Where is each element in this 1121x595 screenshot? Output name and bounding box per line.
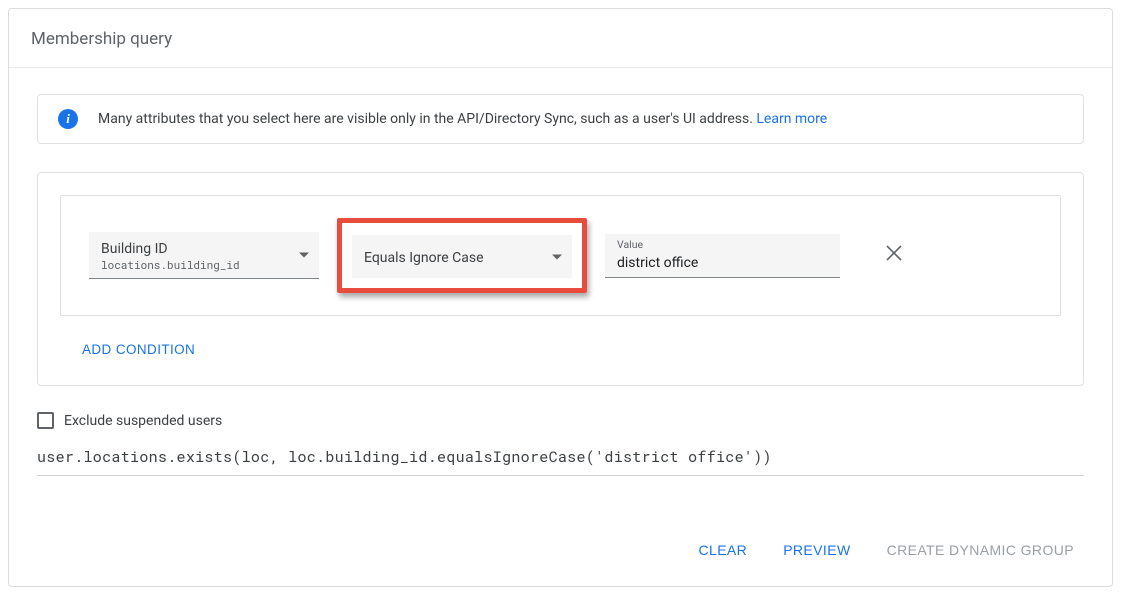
info-banner: i Many attributes that you select here a…	[37, 94, 1084, 144]
exclude-suspended-row: Exclude suspended users	[37, 412, 1084, 429]
chevron-down-icon	[552, 254, 562, 259]
info-icon: i	[58, 109, 78, 129]
attribute-label: Building ID	[101, 240, 307, 258]
info-message: Many attributes that you select here are…	[98, 111, 756, 127]
value-mini-label: Value	[617, 238, 828, 252]
clear-button[interactable]: CLEAR	[695, 536, 752, 564]
actions-row: CLEAR PREVIEW CREATE DYNAMIC GROUP	[37, 536, 1084, 564]
card-body: i Many attributes that you select here a…	[9, 68, 1112, 586]
learn-more-link[interactable]: Learn more	[756, 111, 827, 127]
create-dynamic-group-button[interactable]: CREATE DYNAMIC GROUP	[883, 536, 1078, 564]
page-title: Membership query	[31, 29, 1090, 49]
close-icon	[886, 245, 902, 261]
info-text: Many attributes that you select here are…	[98, 111, 827, 127]
attribute-field-block: Building ID locations.building_id	[89, 232, 319, 279]
remove-condition-button[interactable]	[876, 239, 912, 272]
operator-select[interactable]: Equals Ignore Case	[352, 235, 572, 278]
add-condition-button[interactable]: ADD CONDITION	[74, 336, 203, 363]
membership-query-card: Membership query i Many attributes that …	[8, 8, 1113, 587]
card-header: Membership query	[9, 9, 1112, 68]
exclude-suspended-checkbox[interactable]	[37, 412, 54, 429]
attribute-path: locations.building_id	[101, 258, 307, 272]
exclude-suspended-label: Exclude suspended users	[64, 413, 222, 429]
value-input[interactable]	[617, 253, 828, 271]
preview-button[interactable]: PREVIEW	[779, 536, 854, 564]
chevron-down-icon	[299, 253, 309, 258]
condition-row: Building ID locations.building_id Equals…	[60, 195, 1061, 316]
attribute-select[interactable]: Building ID locations.building_id	[89, 232, 319, 279]
conditions-container: Building ID locations.building_id Equals…	[37, 172, 1084, 386]
operator-highlight-box: Equals Ignore Case	[337, 218, 587, 293]
value-field-block: Value	[605, 234, 840, 278]
operator-label: Equals Ignore Case	[364, 250, 484, 266]
query-output: user.locations.exists(loc, loc.building_…	[37, 447, 1084, 476]
value-field[interactable]: Value	[605, 234, 840, 278]
